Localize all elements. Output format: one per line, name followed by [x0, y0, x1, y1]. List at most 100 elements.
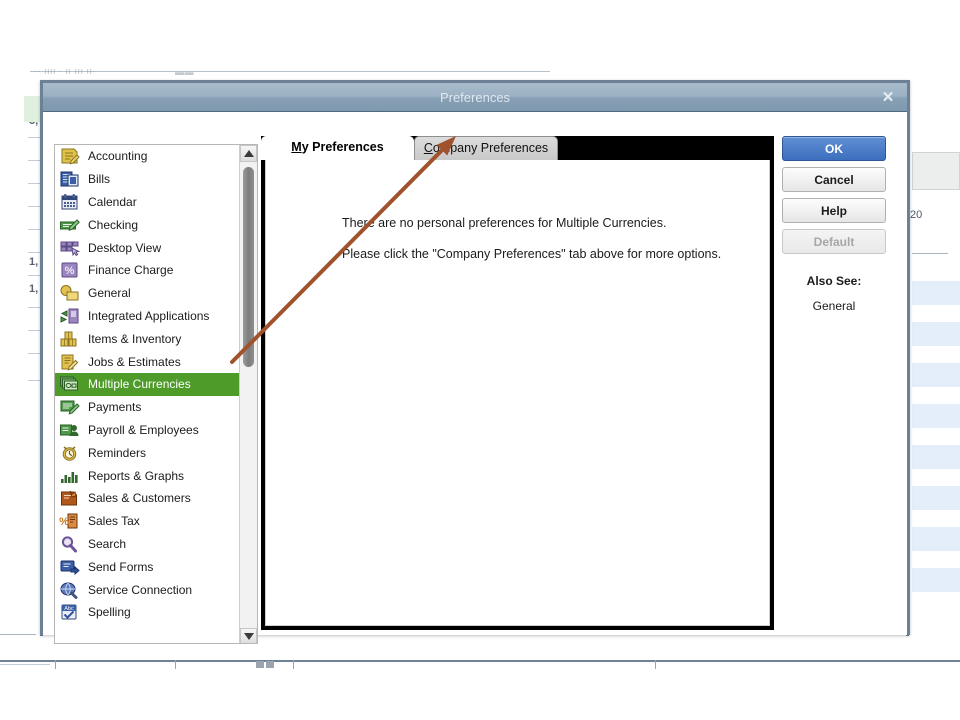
ok-button[interactable]: OK — [782, 136, 886, 161]
payroll-employees-icon — [59, 421, 80, 439]
sidebar-item-sales-customers[interactable]: Sales & Customers — [55, 487, 239, 510]
reports-graphs-icon — [59, 467, 80, 485]
desktop-view-icon — [59, 239, 80, 257]
background-text-fragment: ·· ıııı · ıı ııı ıı· — [34, 66, 96, 76]
tab-company-preferences-hotkey: C — [423, 141, 433, 155]
svg-text:%: % — [65, 265, 75, 277]
sidebar-item-label: Finance Charge — [88, 263, 174, 278]
tab-panel-inner: There are no personal preferences for Mu… — [265, 160, 770, 626]
sidebar-item-label: Accounting — [88, 149, 148, 164]
dialog-titlebar[interactable]: Preferences ✕ — [43, 83, 907, 112]
background-row — [912, 445, 960, 469]
scroll-up-icon[interactable] — [240, 145, 257, 162]
cancel-button[interactable]: Cancel — [782, 167, 886, 192]
background-bottom-tick — [266, 661, 274, 668]
sidebar-item-accounting[interactable]: Accounting — [55, 145, 239, 168]
sidebar-item-checking[interactable]: Checking — [55, 213, 239, 236]
tab-my-preferences-label: y Preferences — [301, 140, 384, 154]
sidebar-item-send-forms[interactable]: Send Forms — [55, 555, 239, 578]
sidebar-item-label: Multiple Currencies — [88, 377, 191, 392]
background-bottom-tick — [256, 661, 264, 668]
sidebar-item-label: Reports & Graphs — [88, 468, 185, 483]
background-top-rule — [30, 71, 550, 72]
sidebar-item-reports-graphs[interactable]: Reports & Graphs — [55, 464, 239, 487]
sidebar-item-calendar[interactable]: Calendar — [55, 191, 239, 214]
sidebar-item-service-connection[interactable]: Service Connection — [55, 578, 239, 601]
search-icon — [59, 535, 80, 553]
panel-message-line-1: There are no personal preferences for Mu… — [342, 216, 667, 230]
scroll-down-icon[interactable] — [240, 628, 257, 643]
sales-customers-icon — [59, 489, 80, 507]
payments-icon — [59, 398, 80, 416]
background-tick — [28, 330, 40, 331]
scrollbar-thumb[interactable] — [243, 167, 254, 367]
background-right-number: 20 — [910, 209, 923, 221]
sidebar-item-spelling[interactable]: Abc Spelling — [55, 601, 239, 624]
background-tick — [28, 183, 40, 184]
dialog-actions: OK Cancel Help Default Also See: General — [782, 136, 900, 636]
sidebar-item-integrated-applications[interactable]: Integrated Applications — [55, 305, 239, 328]
background-green-cell — [24, 96, 40, 122]
background-tick — [28, 380, 40, 381]
sidebar-item-label: Payroll & Employees — [88, 422, 199, 437]
sidebar-item-label: Checking — [88, 217, 139, 232]
background-tick — [28, 160, 40, 161]
background-bottom-rule — [0, 660, 960, 662]
sidebar-item-items-inventory[interactable]: Items & Inventory — [55, 327, 239, 350]
jobs-estimates-icon — [59, 353, 80, 371]
sidebar-item-payroll-employees[interactable]: Payroll & Employees — [55, 419, 239, 442]
also-see-general-link[interactable]: General — [782, 299, 886, 313]
background-tick — [28, 206, 40, 207]
sidebar-item-label: Desktop View — [88, 240, 162, 255]
also-see-heading: Also See: — [806, 274, 862, 288]
background-tick — [28, 275, 40, 276]
tab-panel: There are no personal preferences for Mu… — [261, 160, 774, 630]
preferences-list[interactable]: Accounting Bills Calendar Checking Deskt… — [54, 144, 258, 644]
tab-strip: My Preferences Company Preferences — [261, 136, 774, 160]
sidebar-item-desktop-view[interactable]: Desktop View — [55, 236, 239, 259]
checking-icon — [59, 216, 80, 234]
background-left-number: 1, — [29, 283, 39, 295]
background-row — [912, 568, 960, 592]
general-icon — [59, 284, 80, 302]
background-tick — [28, 229, 40, 230]
background-tick — [28, 137, 40, 138]
service-connection-icon — [59, 581, 80, 599]
items-inventory-icon — [59, 330, 80, 348]
background-divider — [912, 253, 948, 254]
tab-my-preferences[interactable]: My Preferences — [261, 136, 414, 160]
sidebar-item-label: Payments — [88, 400, 142, 415]
list-scrollbar[interactable] — [239, 145, 257, 643]
spelling-icon: Abc — [59, 603, 80, 621]
sidebar-item-label: Reminders — [88, 445, 147, 460]
sidebar-item-reminders[interactable]: Reminders — [55, 441, 239, 464]
accounting-icon — [59, 147, 80, 165]
sidebar-item-payments[interactable]: Payments — [55, 396, 239, 419]
sidebar-item-label: Sales & Customers — [88, 491, 191, 506]
tab-company-preferences[interactable]: Company Preferences — [414, 136, 558, 160]
help-button[interactable]: Help — [782, 198, 886, 223]
sidebar-item-label: Bills — [88, 172, 111, 187]
preferences-dialog: Preferences ✕ Accounting Bills Calendar … — [40, 80, 910, 644]
background-row — [912, 322, 960, 346]
sidebar-item-bills[interactable]: Bills — [55, 168, 239, 191]
sidebar-item-label: Items & Inventory — [88, 331, 182, 346]
sidebar-item-finance-charge[interactable]: % Finance Charge — [55, 259, 239, 282]
background-tick — [28, 252, 40, 253]
multiple-currencies-icon — [59, 375, 80, 393]
default-button: Default — [782, 229, 886, 254]
close-icon[interactable]: ✕ — [877, 83, 899, 112]
background-bottom-tick — [175, 660, 176, 669]
sidebar-item-search[interactable]: Search — [55, 533, 239, 556]
background-left-number: 1, — [29, 256, 39, 268]
sidebar-item-general[interactable]: General — [55, 282, 239, 305]
background-row — [912, 281, 960, 305]
bills-icon — [59, 170, 80, 188]
calendar-icon — [59, 193, 80, 211]
background-panel — [912, 152, 960, 190]
default-button-hotkey: D — [813, 234, 823, 249]
sidebar-item-multiple-currencies[interactable]: Multiple Currencies — [55, 372, 239, 396]
sidebar-item-jobs-estimates[interactable]: Jobs & Estimates — [55, 350, 239, 373]
sidebar-item-sales-tax[interactable]: % Sales Tax — [55, 510, 239, 533]
finance-charge-icon: % — [59, 261, 80, 279]
